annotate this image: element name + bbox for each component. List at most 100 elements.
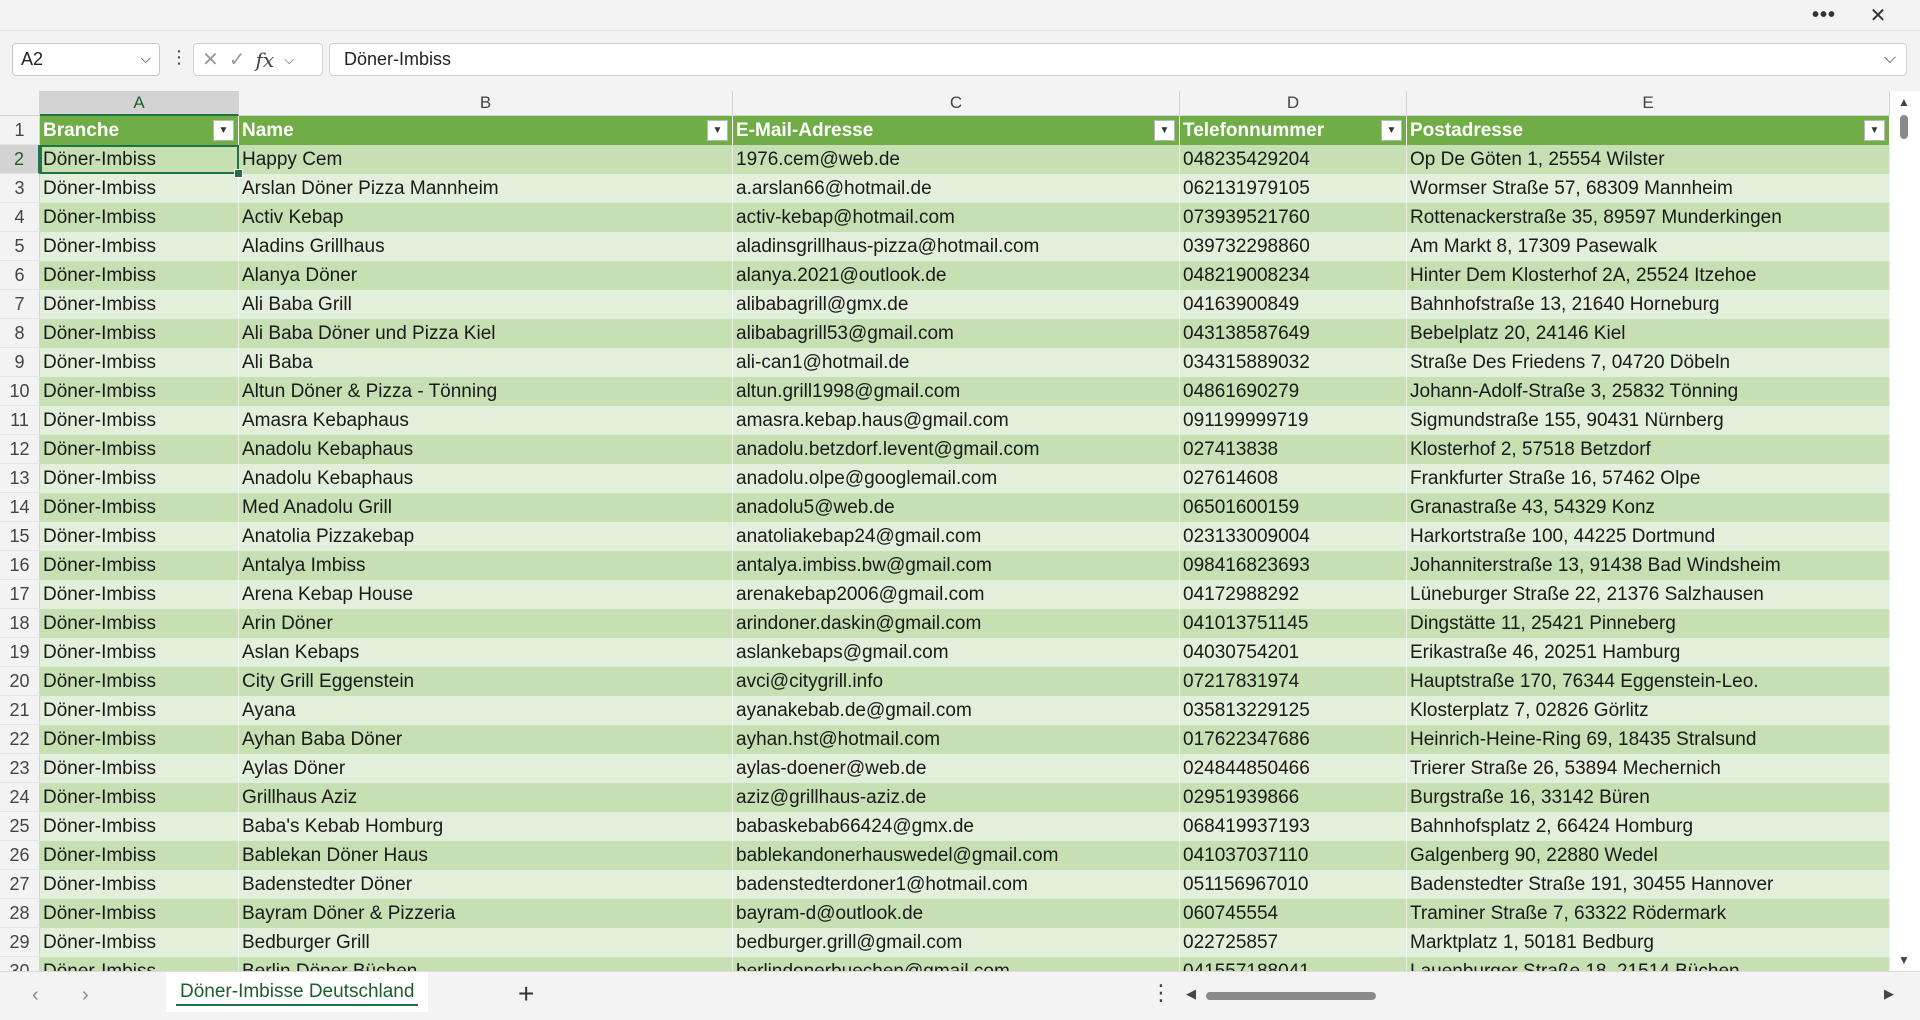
more-options-icon[interactable]: ••• [1804,0,1844,30]
table-cell[interactable]: Bebelplatz 20, 24146 Kiel [1407,319,1890,348]
scroll-right-icon[interactable]: ▶ [1884,986,1894,1002]
table-cell[interactable]: activ-kebap@hotmail.com [733,203,1180,232]
row-header[interactable]: 4 [0,203,40,232]
table-cell[interactable]: 04163900849 [1180,290,1407,319]
row-header[interactable]: 8 [0,319,40,348]
table-cell[interactable]: berlindonerbuechen@gmail.com [733,957,1180,971]
chevron-down-icon[interactable]: ⌵ [140,50,151,67]
table-cell[interactable]: 068419937193 [1180,812,1407,841]
table-cell[interactable]: 04172988292 [1180,580,1407,609]
table-cell[interactable]: arindoner.daskin@gmail.com [733,609,1180,638]
table-cell[interactable]: Anadolu Kebaphaus [239,464,733,493]
table-cell[interactable]: 041013751145 [1180,609,1407,638]
table-cell[interactable]: City Grill Eggenstein [239,667,733,696]
horizontal-scroll-thumb[interactable] [1206,992,1376,1000]
table-cell[interactable]: avci@citygrill.info [733,667,1180,696]
vertical-dots-icon[interactable]: ⋮ [1150,980,1172,1006]
row-header[interactable]: 9 [0,348,40,377]
row-header[interactable]: 19 [0,638,40,667]
table-cell[interactable]: Op De Göten 1, 25554 Wilster [1407,145,1890,174]
row-header[interactable]: 15 [0,522,40,551]
table-cell[interactable]: Bahnhofstraße 13, 21640 Horneburg [1407,290,1890,319]
table-cell[interactable]: anadolu5@web.de [733,493,1180,522]
formula-input[interactable]: Döner-Imbiss ⌵ [329,43,1907,76]
table-cell[interactable]: 035813229125 [1180,696,1407,725]
table-cell[interactable]: Am Markt 8, 17309 Pasewalk [1407,232,1890,261]
table-cell[interactable]: Dingstätte 11, 25421 Pinneberg [1407,609,1890,638]
table-cell[interactable]: alanya.2021@outlook.de [733,261,1180,290]
previous-sheet-icon[interactable]: ‹ [32,984,39,1007]
table-cell[interactable]: Döner-Imbiss [40,754,239,783]
scroll-left-icon[interactable]: ◀ [1186,986,1196,1002]
table-cell[interactable]: Döner-Imbiss [40,232,239,261]
table-cell[interactable]: Harkortstraße 100, 44225 Dortmund [1407,522,1890,551]
table-cell[interactable]: arenakebap2006@gmail.com [733,580,1180,609]
vertical-scrollbar[interactable]: ▲ ▼ [1890,91,1920,971]
table-cell[interactable]: 023133009004 [1180,522,1407,551]
spreadsheet-grid[interactable]: ABCDE 1 Branche ▼ Name ▼ E-Mail-Adresse ▼ Telef… [0,91,1890,971]
table-cell[interactable]: Döner-Imbiss [40,551,239,580]
table-cell[interactable]: 024844850466 [1180,754,1407,783]
table-cell[interactable]: anatoliakebap24@gmail.com [733,522,1180,551]
table-cell[interactable]: Traminer Straße 7, 63322 Rödermark [1407,899,1890,928]
table-cell[interactable]: Aslan Kebaps [239,638,733,667]
table-cell[interactable]: Döner-Imbiss [40,377,239,406]
table-cell[interactable]: Sigmundstraße 155, 90431 Nürnberg [1407,406,1890,435]
table-cell[interactable]: 043138587649 [1180,319,1407,348]
row-header[interactable]: 30 [0,957,40,971]
table-cell[interactable]: Rottenackerstraße 35, 89597 Munderkingen [1407,203,1890,232]
filter-dropdown-icon[interactable]: ▼ [213,120,234,141]
table-cell[interactable]: Arslan Döner Pizza Mannheim [239,174,733,203]
column-header-c[interactable]: C [733,91,1180,116]
confirm-icon[interactable]: ✓ [229,47,246,72]
row-header[interactable]: 23 [0,754,40,783]
table-cell[interactable]: ayanakebab.de@gmail.com [733,696,1180,725]
table-cell[interactable]: altun.grill1998@gmail.com [733,377,1180,406]
table-cell[interactable]: bayram-d@outlook.de [733,899,1180,928]
table-cell[interactable]: bablekandonerhauswedel@gmail.com [733,841,1180,870]
table-cell[interactable]: Hauptstraße 170, 76344 Eggenstein-Leo. [1407,667,1890,696]
table-cell[interactable]: aslankebaps@gmail.com [733,638,1180,667]
table-cell[interactable]: bedburger.grill@gmail.com [733,928,1180,957]
table-cell[interactable]: Aylas Döner [239,754,733,783]
table-cell[interactable]: Bahnhofsplatz 2, 66424 Homburg [1407,812,1890,841]
table-cell[interactable]: 07217831974 [1180,667,1407,696]
close-icon[interactable]: ✕ [1858,0,1898,30]
table-cell[interactable]: Döner-Imbiss [40,290,239,319]
cancel-icon[interactable]: ✕ [202,47,219,72]
table-cell[interactable]: alibabagrill53@gmail.com [733,319,1180,348]
table-cell[interactable]: Döner-Imbiss [40,203,239,232]
table-cell[interactable]: 02951939866 [1180,783,1407,812]
table-cell[interactable]: ali-can1@hotmail.de [733,348,1180,377]
row-header[interactable]: 5 [0,232,40,261]
horizontal-scrollbar[interactable]: ◀ ▶ [1182,986,1894,1006]
table-cell[interactable]: Döner-Imbiss [40,696,239,725]
table-cell[interactable]: Ali Baba [239,348,733,377]
table-cell[interactable]: Aladins Grillhaus [239,232,733,261]
table-cell[interactable]: 027413838 [1180,435,1407,464]
table-cell[interactable]: Badenstedter Straße 191, 30455 Hannover [1407,870,1890,899]
row-header[interactable]: 3 [0,174,40,203]
table-cell[interactable]: Döner-Imbiss [40,870,239,899]
table-cell[interactable]: Döner-Imbiss [40,725,239,754]
table-cell[interactable]: 022725857 [1180,928,1407,957]
table-cell[interactable]: Antalya Imbiss [239,551,733,580]
table-cell[interactable]: 060745554 [1180,899,1407,928]
table-header-cell[interactable]: E-Mail-Adresse ▼ [733,116,1180,145]
select-all-corner[interactable] [0,91,40,116]
table-cell[interactable]: Wormser Straße 57, 68309 Mannheim [1407,174,1890,203]
sheet-tab-doener-imbisse[interactable]: Döner-Imbisse Deutschland [166,972,429,1012]
table-cell[interactable]: Arin Döner [239,609,733,638]
table-cell[interactable]: Döner-Imbiss [40,609,239,638]
row-header[interactable]: 10 [0,377,40,406]
vertical-scroll-thumb[interactable] [1900,115,1908,139]
table-cell[interactable]: Ali Baba Grill [239,290,733,319]
table-cell[interactable]: 048219008234 [1180,261,1407,290]
filter-dropdown-icon[interactable]: ▼ [1154,120,1175,141]
table-cell[interactable]: 041037037110 [1180,841,1407,870]
table-cell[interactable]: Döner-Imbiss [40,841,239,870]
table-cell[interactable]: Activ Kebap [239,203,733,232]
table-cell[interactable]: Döner-Imbiss [40,812,239,841]
table-header-cell[interactable]: Branche ▼ [40,116,239,145]
table-cell[interactable]: Arena Kebap House [239,580,733,609]
